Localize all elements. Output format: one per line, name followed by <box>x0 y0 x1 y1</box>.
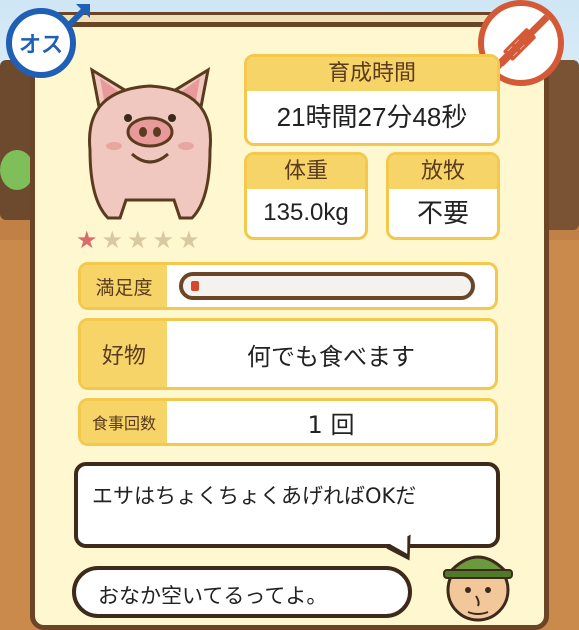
raising-time-label: 育成時間 <box>247 57 497 91</box>
farmer-avatar <box>443 555 513 622</box>
grazing-value: 不要 <box>416 198 469 228</box>
grazing-box: 放牧 不要 <box>386 152 500 240</box>
grazing-label: 放牧 <box>389 155 497 189</box>
satisfaction-label: 満足度 <box>81 265 167 307</box>
meal-count-label: 食事回数 <box>81 401 167 443</box>
favorite-food-value: 何でも食べます <box>247 342 415 371</box>
speech-line-2: おなか空いてるってよ。 <box>98 584 328 608</box>
satisfaction-bar-fill <box>191 281 199 291</box>
speech-line-1: エサはちょくちょくあげればOKだ <box>92 484 417 508</box>
star-empty-icon: ★ <box>127 226 149 254</box>
meal-count-value: 1 回 <box>307 410 355 439</box>
favorite-food-label: 好物 <box>81 321 167 387</box>
satisfaction-bar <box>179 272 475 300</box>
male-arrow-icon <box>65 3 91 29</box>
speech-bubble-main: エサはちょくちょくあげればOKだ <box>74 462 500 548</box>
satisfaction-row: 満足度 <box>78 262 498 310</box>
weight-box: 体重 135.0kg <box>244 152 368 240</box>
meal-count-row: 食事回数 1 回 <box>78 398 498 446</box>
raising-time-value: 21時間27分48秒 <box>276 102 468 132</box>
star-filled-icon: ★ <box>76 226 98 254</box>
star-empty-icon: ★ <box>101 226 124 254</box>
favorite-food-row: 好物 何でも食べます <box>78 318 498 390</box>
rating-stars: ★ ★ ★ ★ ★ <box>76 228 200 252</box>
background-bush <box>0 150 34 190</box>
raising-time-box: 育成時間 21時間27分48秒 <box>244 54 500 146</box>
pig-portrait <box>88 66 212 220</box>
star-empty-icon: ★ <box>178 226 200 254</box>
speech-bubble-secondary: おなか空いてるってよ。 <box>72 566 412 618</box>
weight-value: 135.0kg <box>263 199 349 226</box>
weight-label: 体重 <box>247 155 365 189</box>
gender-label: オス <box>18 33 63 58</box>
satisfaction-content <box>167 265 495 307</box>
star-empty-icon: ★ <box>152 226 175 254</box>
